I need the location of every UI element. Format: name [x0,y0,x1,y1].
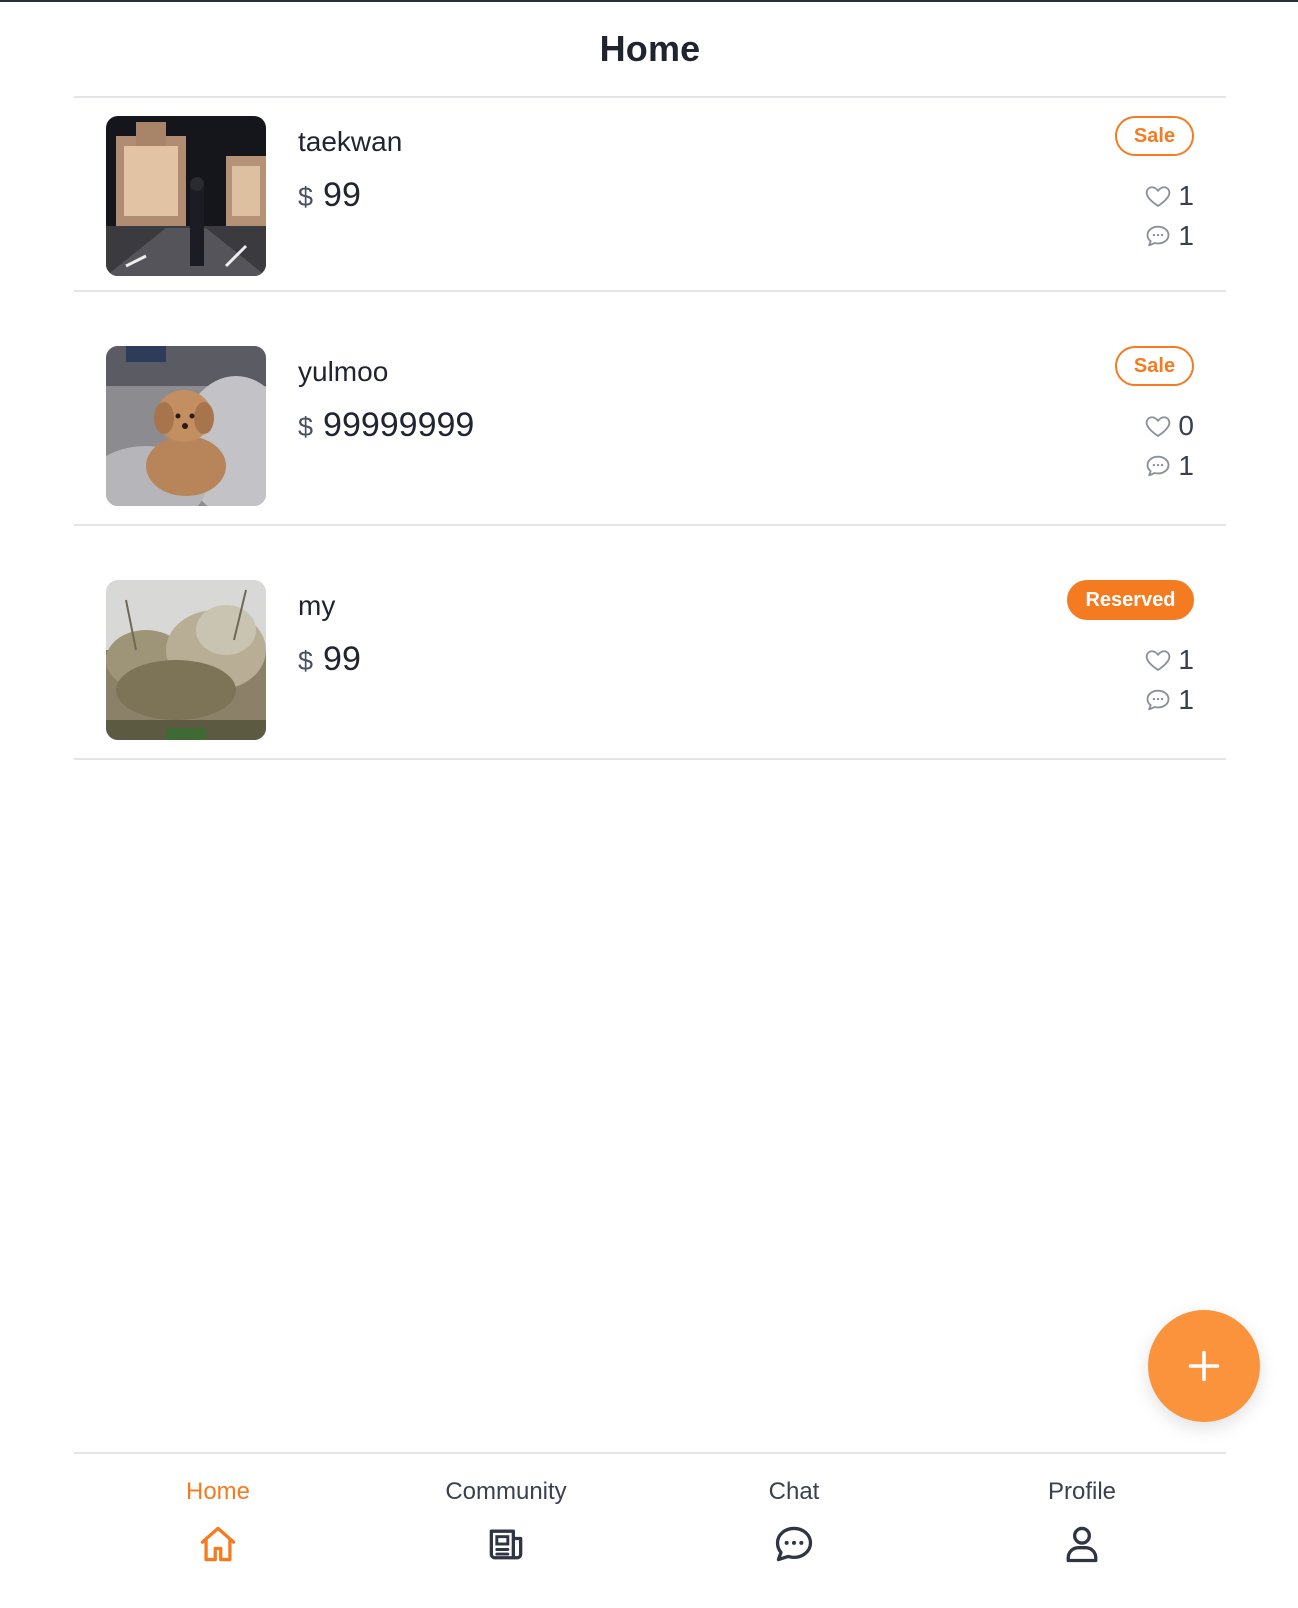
heart-icon [1146,186,1171,207]
dog-photo [106,346,266,506]
product-stats: 1 1 [1144,640,1194,720]
product-stats: 1 1 [1144,176,1194,256]
product-item[interactable]: taekwan $ 99 Sale 1 1 [74,98,1226,292]
app-frame: Home taekwan $ 99 Sale 1 1 yulmoo $ 9999… [0,0,1298,1608]
likes-count: 1 [1144,176,1194,216]
comments-count: 1 [1144,446,1194,486]
heart-icon [1146,650,1171,671]
product-stats: 0 1 [1144,406,1194,486]
product-price: $ 99999999 [298,406,474,445]
product-price: $ 99 [298,640,361,679]
product-thumbnail [106,346,266,506]
tab-label: Community [445,1478,567,1505]
status-badge: Sale [1115,116,1194,156]
price-value: 99999999 [323,406,475,444]
product-info: yulmoo $ 99999999 [298,356,474,445]
comment-icon [1146,225,1170,247]
product-title: taekwan [298,126,403,157]
home-icon [200,1526,236,1562]
product-item[interactable]: my $ 99 Reserved 1 1 [74,526,1226,760]
likes-count: 1 [1144,640,1194,680]
chat-bubble-icon [775,1526,813,1562]
tab-label: Home [185,1478,251,1505]
currency-symbol: $ [298,646,314,676]
currency-symbol: $ [298,182,314,212]
likes-count: 0 [1144,406,1194,446]
price-value: 99 [323,640,361,678]
product-list: taekwan $ 99 Sale 1 1 yulmoo $ 99999999 … [74,98,1226,760]
top-header: Home [74,2,1226,98]
tab-profile[interactable]: Profile [938,1454,1226,1608]
add-item-button[interactable] [1148,1310,1260,1422]
product-item[interactable]: yulmoo $ 99999999 Sale 0 1 [74,292,1226,526]
product-price: $ 99 [298,176,402,215]
product-thumbnail [106,580,266,740]
product-thumbnail [106,116,266,276]
product-title: my [298,590,336,621]
comments-count: 1 [1144,680,1194,720]
tab-community[interactable]: Community [362,1454,650,1608]
product-title: yulmoo [298,356,389,387]
trees-photo [106,580,266,740]
page-title: Home [599,28,701,69]
tab-home[interactable]: Home [74,1454,362,1608]
product-info: my $ 99 [298,590,361,679]
tab-label: Chat [768,1478,820,1505]
newspaper-icon [489,1529,523,1560]
status-badge: Sale [1115,346,1194,386]
plus-icon [1188,1350,1220,1382]
comments-count: 1 [1144,216,1194,256]
heart-icon [1146,416,1171,437]
tab-label: Profile [1047,1478,1117,1505]
comment-icon [1146,455,1170,477]
price-value: 99 [323,176,361,214]
street-night-photo [106,116,266,276]
bottom-tab-bar: Home Community Chat Profile [74,1452,1226,1608]
user-icon [1066,1526,1098,1563]
product-info: taekwan $ 99 [298,126,402,215]
status-badge: Reserved [1067,580,1194,620]
comment-icon [1146,689,1170,711]
currency-symbol: $ [298,412,314,442]
tab-chat[interactable]: Chat [650,1454,938,1608]
